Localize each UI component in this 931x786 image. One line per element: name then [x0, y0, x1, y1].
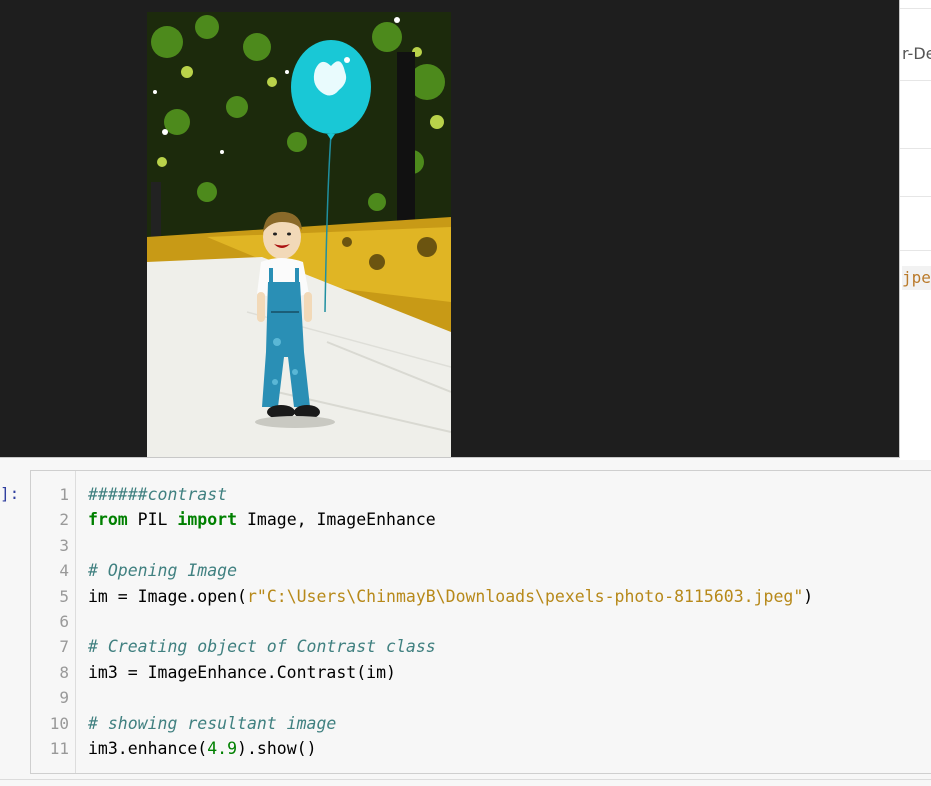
line-number: 6 — [59, 612, 69, 631]
code-editor[interactable]: 1 2 3 4 5 6 7 8 9 10 11 ######contrast f… — [30, 470, 931, 774]
keyword-token: from — [88, 510, 128, 530]
comment-token: # showing resultant image — [88, 713, 337, 733]
keyword-token: import — [177, 510, 238, 530]
line-number: 1 — [59, 485, 69, 504]
line-number-gutter: 1 2 3 4 5 6 7 8 9 10 11 — [31, 471, 76, 773]
code-line[interactable]: im3.enhance(4.9).show() — [88, 736, 317, 761]
line-number: 11 — [49, 739, 69, 758]
divider — [899, 250, 931, 251]
line-number: 2 — [59, 510, 69, 530]
code-token: ) — [803, 586, 814, 606]
line-number: 5 — [59, 586, 69, 606]
code-line[interactable]: ######contrast — [88, 482, 227, 507]
partial-text: r-De — [902, 44, 931, 63]
comment-token: # Creating object of Contrast class — [88, 637, 436, 657]
code-token: PIL — [127, 510, 178, 530]
line-number: 8 — [59, 662, 69, 682]
number-token: 4.9 — [207, 739, 238, 758]
comment-token: # Opening Image — [88, 561, 238, 581]
image-viewer-window[interactable] — [0, 0, 900, 458]
code-line[interactable]: # Opening Image — [88, 558, 237, 583]
cell-divider — [0, 779, 931, 780]
line-number: 9 — [59, 688, 69, 708]
code-line[interactable]: # Creating object of Contrast class — [88, 634, 436, 659]
divider — [899, 148, 931, 149]
background-notebook-edge: r-De jpe — [899, 0, 931, 460]
line-number: 4 — [59, 561, 69, 581]
divider — [899, 8, 931, 9]
code-token: im3 = ImageEnhance.Contrast(im) — [88, 662, 396, 682]
code-token: im3.enhance( — [88, 739, 208, 758]
comment-token: ######contrast — [88, 485, 228, 504]
line-number: 7 — [59, 637, 69, 657]
divider — [899, 196, 931, 197]
code-line[interactable]: from PIL import Image, ImageEnhance — [88, 507, 436, 532]
code-token: im = Image.open( — [88, 586, 247, 606]
displayed-photo — [147, 12, 451, 457]
code-cell[interactable]: ]: 1 2 3 4 5 6 7 8 9 10 11 ######contras… — [0, 462, 931, 782]
partial-code-text: jpe — [902, 266, 931, 290]
code-token: Image, ImageEnhance — [237, 510, 436, 530]
divider — [899, 80, 931, 81]
string-token: r"C:\Users\ChinmayB\Downloads\pexels-pho… — [246, 586, 804, 606]
code-line[interactable]: im = Image.open(r"C:\Users\ChinmayB\Down… — [88, 584, 813, 609]
code-line[interactable]: im3 = ImageEnhance.Contrast(im) — [88, 660, 396, 685]
line-number: 3 — [59, 535, 69, 555]
code-line[interactable]: # showing resultant image — [88, 711, 336, 736]
cell-prompt: ]: — [0, 484, 20, 503]
line-number: 10 — [49, 713, 69, 733]
code-token: ).show() — [237, 739, 317, 758]
